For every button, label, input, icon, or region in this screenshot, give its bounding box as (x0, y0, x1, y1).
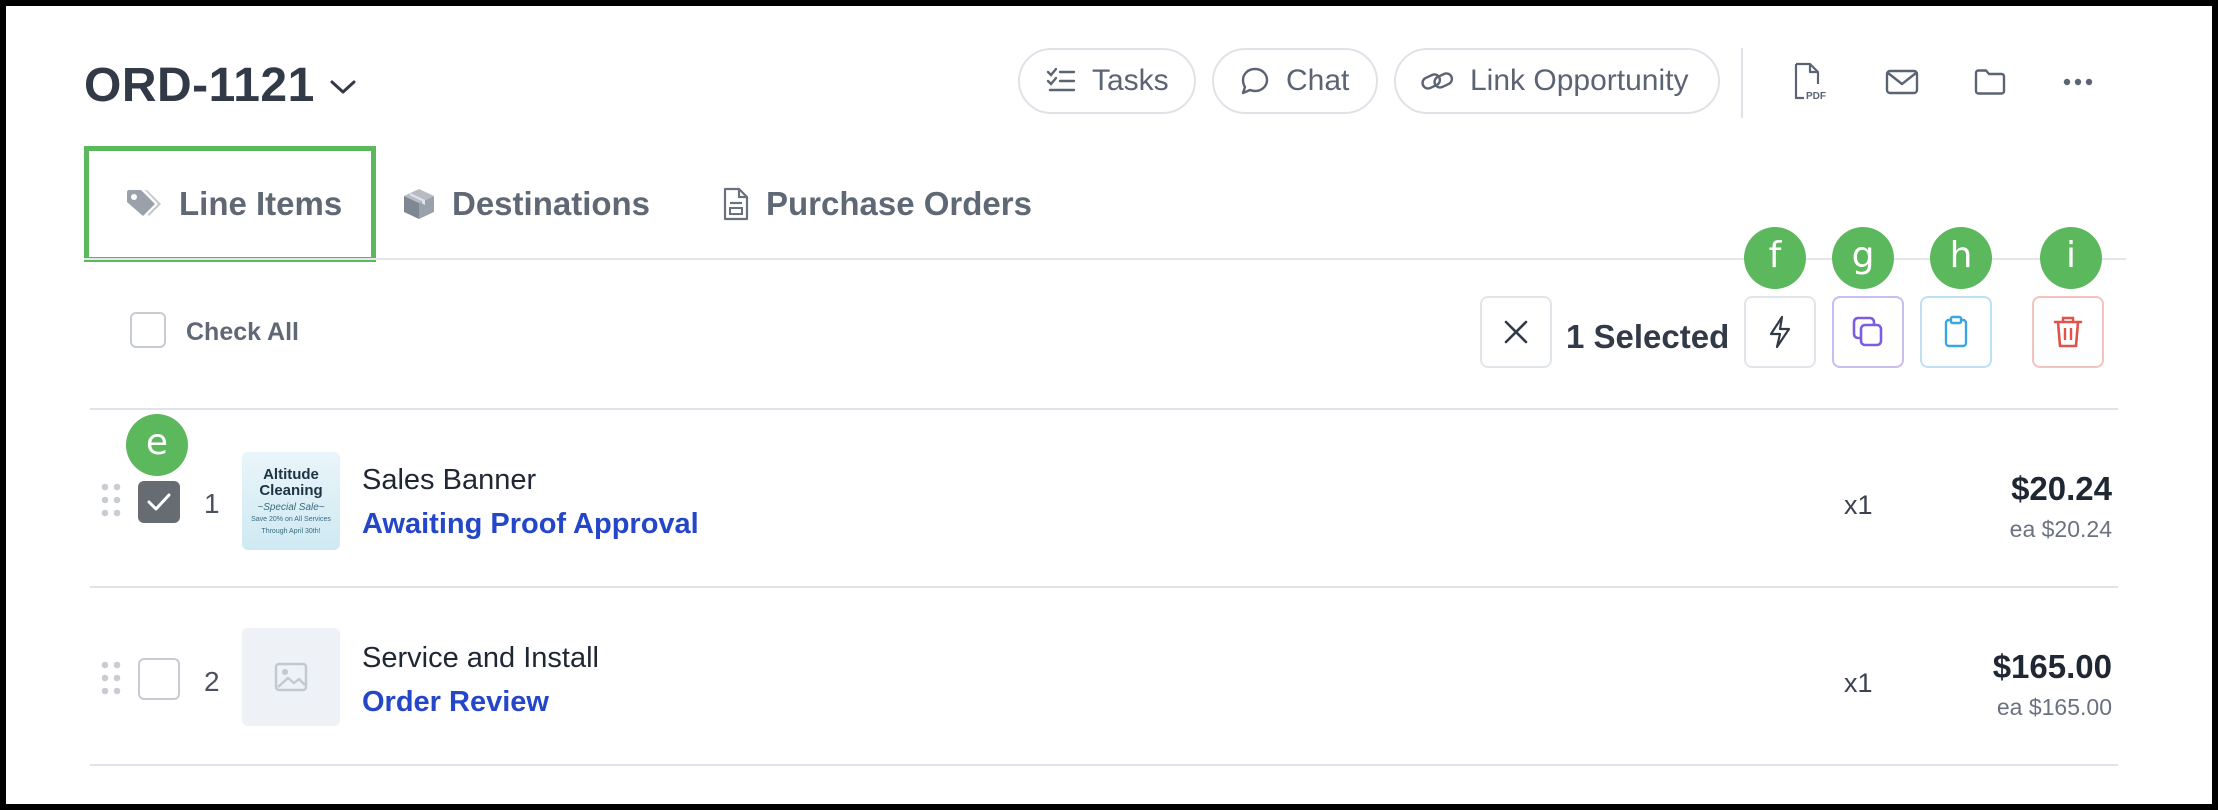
thumbnail-text: Through April 30th! (261, 528, 321, 535)
more-icon (2063, 78, 2093, 86)
close-icon (1504, 320, 1528, 344)
check-all-label[interactable]: Check All (186, 318, 299, 347)
marker-i: i (2040, 227, 2102, 289)
checkmark-icon (147, 493, 171, 511)
email-button[interactable] (1882, 62, 1922, 102)
link-icon (1421, 72, 1454, 90)
marker-g: g (1832, 227, 1894, 289)
image-placeholder-icon (274, 662, 308, 692)
tabs-divider (84, 258, 2126, 260)
chat-button[interactable]: Chat (1212, 48, 1378, 114)
tab-label: Line Items (179, 185, 343, 222)
chevron-down-icon[interactable] (328, 76, 358, 98)
row-index: 2 (204, 666, 220, 697)
clipboard-button[interactable] (1920, 296, 1992, 368)
delete-button[interactable] (2032, 296, 2104, 368)
row-index: 1 (204, 488, 220, 519)
link-opportunity-button[interactable]: Link Opportunity (1394, 48, 1720, 114)
row-divider (90, 764, 2118, 766)
clear-selection-button[interactable] (1480, 296, 1552, 368)
quick-action-button[interactable] (1744, 296, 1816, 368)
lightning-icon (1769, 315, 1791, 349)
duplicate-button[interactable] (1832, 296, 1904, 368)
order-page: ORD-1121 Tasks Chat Link Opportunity PDF… (6, 6, 2212, 804)
tasks-button[interactable]: Tasks (1018, 48, 1196, 114)
folder-button[interactable] (1970, 62, 2010, 102)
tab-purchase-orders[interactable]: Purchase Orders (722, 146, 1062, 262)
pdf-badge-text: PDF (1806, 91, 1826, 102)
tag-icon (127, 190, 161, 216)
mail-icon (1885, 69, 1919, 95)
chat-label: Chat (1286, 64, 1350, 97)
tasks-label: Tasks (1092, 64, 1169, 97)
thumbnail-text: Save 20% on All Services (251, 516, 331, 523)
more-options-button[interactable] (2058, 62, 2098, 102)
item-price: $20.24 (2011, 470, 2112, 507)
item-status-link[interactable]: Awaiting Proof Approval (362, 508, 699, 541)
row-divider (90, 586, 2118, 588)
row-divider (90, 408, 2118, 410)
marker-e: e (126, 414, 188, 476)
marker-f: f (1744, 227, 1806, 289)
tab-line-items[interactable]: Line Items (84, 146, 376, 262)
marker-h: h (1930, 227, 1992, 289)
pdf-button[interactable]: PDF (1790, 62, 1830, 102)
order-title: ORD-1121 (84, 59, 315, 112)
pdf-icon: PDF (1794, 62, 1826, 102)
trash-icon (2053, 316, 2083, 348)
tab-destinations[interactable]: Destinations (402, 146, 672, 262)
chat-bubble-icon (1241, 67, 1269, 95)
row-checkbox[interactable] (138, 658, 180, 700)
item-unit-price: ea $165.00 (1996, 694, 2112, 720)
tab-label: Destinations (452, 185, 651, 222)
item-unit-price: ea $20.24 (2009, 516, 2112, 542)
folder-icon (1974, 69, 2006, 95)
tasks-icon (1046, 67, 1076, 92)
thumbnail-text: ~Special Sale~ (257, 502, 325, 513)
clipboard-icon (1944, 315, 1968, 348)
check-all-checkbox[interactable] (130, 312, 166, 348)
selected-count: 1 Selected (1566, 318, 1730, 355)
item-quantity: x1 (1844, 668, 1873, 698)
item-quantity: x1 (1844, 490, 1873, 520)
item-status-link[interactable]: Order Review (362, 686, 549, 719)
tab-label: Purchase Orders (766, 185, 1032, 222)
drag-handle-icon[interactable] (100, 660, 122, 696)
duplicate-icon (1852, 316, 1883, 347)
thumbnail-text: Cleaning (259, 482, 323, 499)
box-icon (404, 189, 434, 219)
row-checkbox[interactable] (138, 481, 180, 523)
drag-handle-icon[interactable] (100, 482, 122, 518)
item-price: $165.00 (1992, 648, 2112, 685)
item-thumbnail[interactable] (242, 628, 340, 726)
thumbnail-text: Altitude (263, 466, 319, 483)
link-opportunity-label: Link Opportunity (1470, 64, 1689, 97)
document-icon (723, 187, 749, 221)
header-divider (1741, 48, 1743, 118)
item-thumbnail[interactable]: Altitude Cleaning ~Special Sale~ Save 20… (242, 452, 340, 550)
item-name: Service and Install (362, 642, 599, 674)
item-name: Sales Banner (362, 464, 537, 496)
